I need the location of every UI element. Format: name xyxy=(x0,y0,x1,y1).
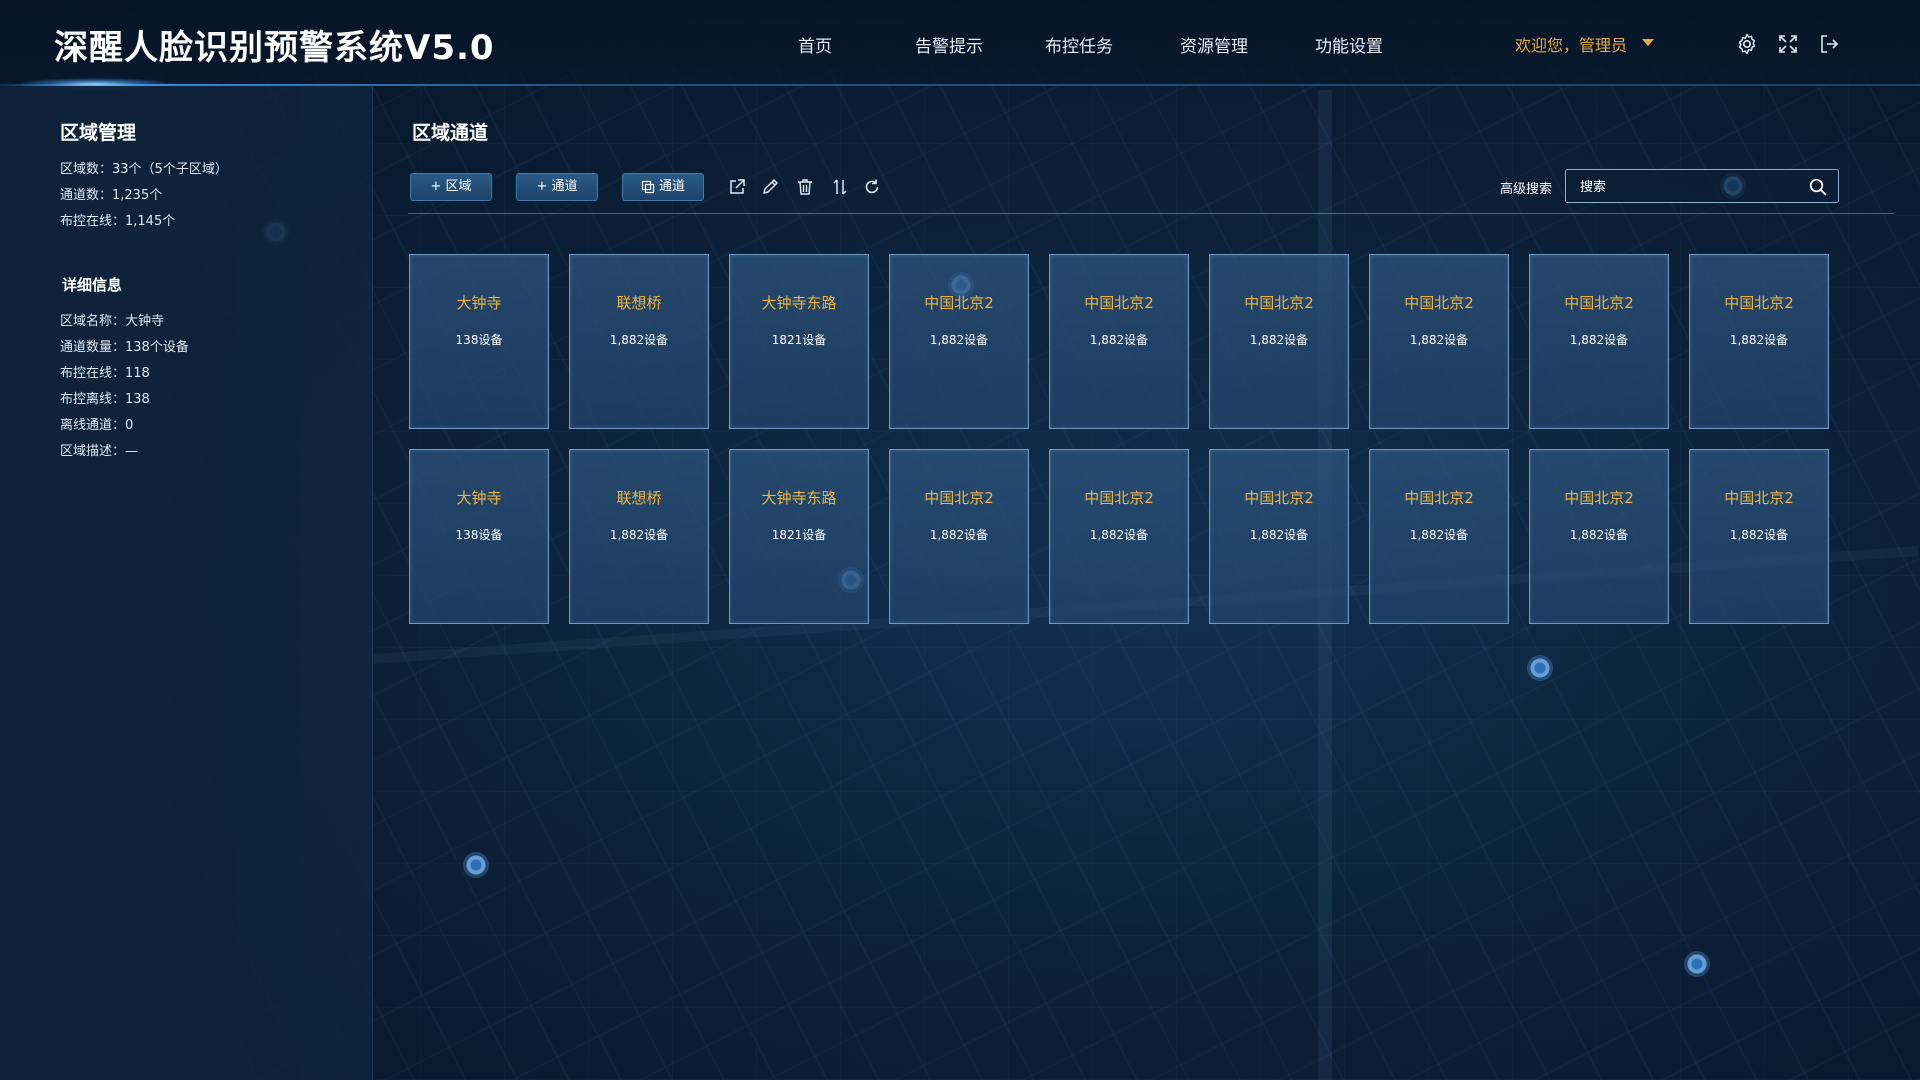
card-device-count: 1,882设备 xyxy=(929,333,989,347)
channel-count: 通道数：1,235个 xyxy=(60,188,163,203)
page-title: 区域通道 xyxy=(412,122,489,144)
region-card[interactable]: 中国北京2 1,882设备 xyxy=(1529,449,1669,624)
search-icon[interactable] xyxy=(1808,177,1828,197)
copy-icon xyxy=(641,180,655,194)
region-card[interactable]: 中国北京2 1,882设备 xyxy=(1049,449,1189,624)
nav-resources[interactable]: 资源管理 xyxy=(1180,32,1248,57)
region-card[interactable]: 联想桥 1,882设备 xyxy=(569,254,709,429)
card-region-name: 中国北京2 xyxy=(1244,294,1314,312)
card-region-name: 大钟寺东路 xyxy=(761,294,837,312)
region-card[interactable]: 大钟寺东路 1821设备 xyxy=(729,449,869,624)
sort-icon[interactable] xyxy=(830,177,850,197)
card-device-count: 1,882设备 xyxy=(609,333,669,347)
card-device-count: 1,882设备 xyxy=(1569,333,1629,347)
detail-offline-channels: 离线通道：0 xyxy=(60,418,134,433)
card-region-name: 中国北京2 xyxy=(1724,294,1794,312)
nav-settings[interactable]: 功能设置 xyxy=(1315,32,1383,57)
card-device-count: 1,882设备 xyxy=(1409,528,1469,542)
sidebar-title: 区域管理 xyxy=(60,122,137,144)
user-menu[interactable]: 欢迎您，管理员 xyxy=(1515,32,1627,56)
card-device-count: 1,882设备 xyxy=(1089,528,1149,542)
online-count: 布控在线：1,145个 xyxy=(60,214,176,229)
card-region-name: 中国北京2 xyxy=(1404,489,1474,507)
logout-icon[interactable] xyxy=(1817,32,1841,56)
delete-icon[interactable] xyxy=(795,177,815,197)
region-card[interactable]: 大钟寺 138设备 xyxy=(409,449,549,624)
copy-channel-button[interactable]: 通道 xyxy=(622,173,704,201)
region-card[interactable]: 大钟寺东路 1821设备 xyxy=(729,254,869,429)
card-region-name: 中国北京2 xyxy=(1564,489,1634,507)
refresh-icon[interactable] xyxy=(862,177,882,197)
region-card[interactable]: 中国北京2 1,882设备 xyxy=(1369,449,1509,624)
region-card[interactable]: 中国北京2 1,882设备 xyxy=(1369,254,1509,429)
detail-title: 详细信息 xyxy=(62,276,123,294)
map-marker-dot xyxy=(463,852,489,878)
card-region-name: 中国北京2 xyxy=(1244,489,1314,507)
card-device-count: 1,882设备 xyxy=(1729,528,1789,542)
region-card[interactable]: 中国北京2 1,882设备 xyxy=(889,254,1029,429)
map-marker-dot xyxy=(1684,951,1710,977)
card-device-count: 1821设备 xyxy=(771,528,827,542)
add-region-button[interactable]: + 区域 xyxy=(410,173,492,201)
card-device-count: 1821设备 xyxy=(771,333,827,347)
card-device-count: 1,882设备 xyxy=(1729,333,1789,347)
fullscreen-icon[interactable] xyxy=(1776,32,1800,56)
card-device-count: 1,882设备 xyxy=(1409,333,1469,347)
card-device-count: 138设备 xyxy=(455,333,503,347)
card-device-count: 1,882设备 xyxy=(1249,333,1309,347)
region-card[interactable]: 中国北京2 1,882设备 xyxy=(1209,449,1349,624)
nav-tasks[interactable]: 布控任务 xyxy=(1045,32,1113,57)
detail-channel-count: 通道数量：138个设备 xyxy=(60,340,189,355)
add-channel-button[interactable]: + 通道 xyxy=(516,173,598,201)
card-region-name: 中国北京2 xyxy=(1564,294,1634,312)
app-title: 深醒人脸识别预警系统V5.0 xyxy=(54,28,495,68)
nav-home[interactable]: 首页 xyxy=(798,32,832,57)
detail-region-name: 区域名称：大钟寺 xyxy=(60,314,165,329)
region-card[interactable]: 中国北京2 1,882设备 xyxy=(1689,449,1829,624)
card-region-name: 中国北京2 xyxy=(924,489,994,507)
advanced-search-link[interactable]: 高级搜索 xyxy=(1500,178,1552,197)
region-card[interactable]: 中国北京2 1,882设备 xyxy=(1049,254,1189,429)
card-region-name: 中国北京2 xyxy=(1724,489,1794,507)
search-box xyxy=(1565,169,1839,204)
search-input[interactable] xyxy=(1578,170,1792,204)
card-region-name: 联想桥 xyxy=(616,489,662,507)
detail-online: 布控在线：118 xyxy=(60,366,150,381)
copy-channel-label: 通道 xyxy=(659,179,686,194)
card-region-name: 中国北京2 xyxy=(924,294,994,312)
region-card[interactable]: 中国北京2 1,882设备 xyxy=(889,449,1029,624)
card-device-count: 138设备 xyxy=(455,528,503,542)
region-card[interactable]: 大钟寺 138设备 xyxy=(409,254,549,429)
edit-icon[interactable] xyxy=(760,177,780,197)
card-region-name: 中国北京2 xyxy=(1404,294,1474,312)
card-device-count: 1,882设备 xyxy=(1569,528,1629,542)
export-icon[interactable] xyxy=(727,177,747,197)
card-device-count: 1,882设备 xyxy=(929,528,989,542)
region-count: 区域数：33个（5个子区域） xyxy=(60,162,228,177)
card-device-count: 1,882设备 xyxy=(1089,333,1149,347)
region-card[interactable]: 中国北京2 1,882设备 xyxy=(1209,254,1349,429)
card-device-count: 1,882设备 xyxy=(1249,528,1309,542)
chevron-down-icon[interactable] xyxy=(1642,39,1654,46)
region-card[interactable]: 中国北京2 1,882设备 xyxy=(1689,254,1829,429)
region-card[interactable]: 中国北京2 1,882设备 xyxy=(1529,254,1669,429)
toolbar-divider xyxy=(408,213,1894,214)
detail-description: 区域描述：— xyxy=(60,444,139,459)
card-region-name: 大钟寺 xyxy=(456,489,502,507)
gear-icon[interactable] xyxy=(1735,32,1759,56)
card-region-name: 中国北京2 xyxy=(1084,294,1154,312)
card-region-name: 大钟寺 xyxy=(456,294,502,312)
map-marker-dot xyxy=(1527,655,1553,681)
nav-alerts[interactable]: 告警提示 xyxy=(915,32,983,57)
detail-offline: 布控离线：138 xyxy=(60,392,150,407)
card-region-name: 大钟寺东路 xyxy=(761,489,837,507)
region-card[interactable]: 联想桥 1,882设备 xyxy=(569,449,709,624)
card-region-name: 联想桥 xyxy=(616,294,662,312)
card-region-name: 中国北京2 xyxy=(1084,489,1154,507)
sidebar-panel xyxy=(0,86,373,1080)
card-device-count: 1,882设备 xyxy=(609,528,669,542)
